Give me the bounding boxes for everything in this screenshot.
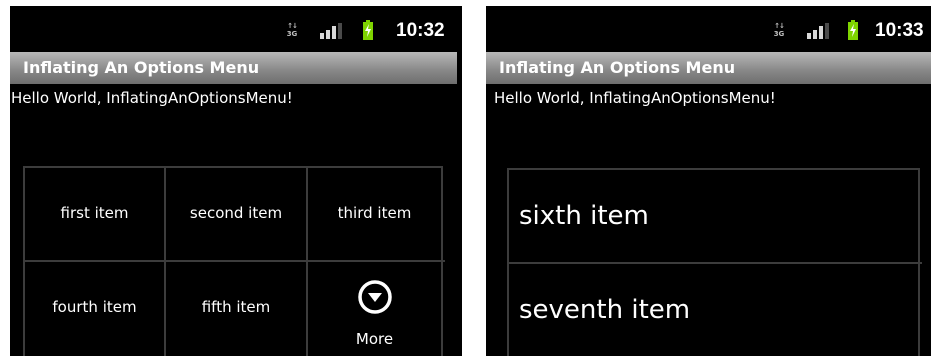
options-menu-grid: first item second item third item fourth…	[23, 166, 445, 356]
menu-item-label: second item	[189, 204, 283, 222]
phone-screen-right: ↑↓ 3G 10:33 Inflating An Options Menu Hel…	[486, 6, 931, 356]
hello-world-text: Hello World, InflatingAnOptionsMenu!	[11, 89, 293, 107]
phone-screen-left: ↑↓ 3G 10:32 Inflating An Options Menu Hel…	[10, 6, 462, 356]
menu-more-label: More	[355, 330, 394, 348]
status-time: 10:33	[875, 20, 924, 41]
menu-item-first[interactable]: first item	[25, 168, 164, 260]
signal-strength-icon	[807, 23, 829, 39]
status-bar: ↑↓ 3G 10:32	[10, 6, 462, 52]
menu-more-button[interactable]: More	[308, 168, 441, 356]
menu-item-label: seventh item	[519, 295, 691, 325]
signal-strength-icon	[320, 23, 342, 39]
menu-item-label: sixth item	[519, 201, 649, 231]
menu-item-label: first item	[60, 204, 129, 222]
network-3g-icon: ↑↓ 3G	[286, 22, 298, 38]
app-title-bar: Inflating An Options Menu	[10, 52, 457, 84]
menu-item-fourth[interactable]: fourth item	[25, 262, 164, 356]
more-chevron-down-icon	[357, 280, 392, 314]
app-title-bar: Inflating An Options Menu	[486, 52, 931, 84]
app-title: Inflating An Options Menu	[499, 58, 736, 77]
hello-world-text: Hello World, InflatingAnOptionsMenu!	[494, 89, 776, 107]
menu-item-label: fourth item	[52, 298, 137, 316]
status-bar: ↑↓ 3G 10:33	[486, 6, 931, 52]
app-title: Inflating An Options Menu	[23, 58, 260, 77]
menu-item-sixth[interactable]: sixth item	[509, 170, 918, 262]
status-time: 10:32	[396, 20, 445, 41]
battery-charging-icon	[848, 20, 858, 40]
menu-item-second[interactable]: second item	[166, 168, 306, 260]
menu-item-fifth[interactable]: fifth item	[166, 262, 306, 356]
battery-charging-icon	[363, 20, 373, 40]
expanded-options-menu: sixth item seventh item	[507, 168, 922, 356]
menu-item-label: fifth item	[201, 298, 271, 316]
menu-item-seventh[interactable]: seventh item	[509, 264, 918, 356]
network-3g-icon: ↑↓ 3G	[773, 22, 785, 38]
